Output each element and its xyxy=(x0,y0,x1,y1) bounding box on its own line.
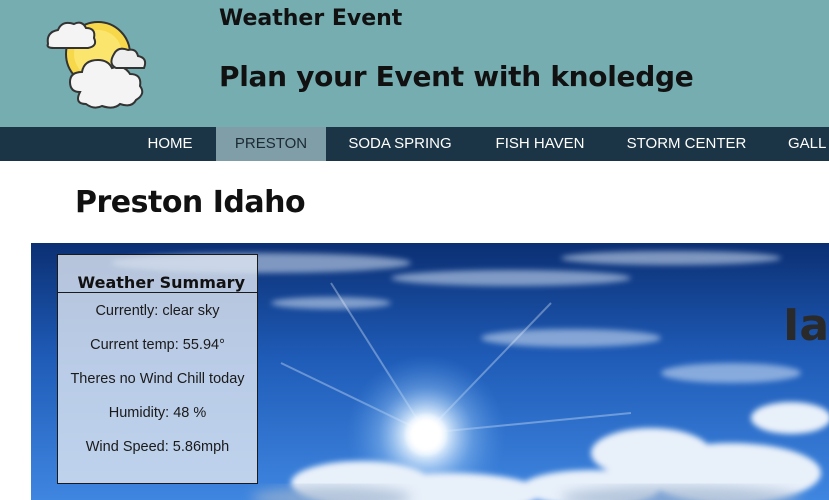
weather-summary-panel: Weather Summary Currently: clear sky Cur… xyxy=(57,254,258,484)
site-tagline: Plan your Event with knoledge xyxy=(219,60,694,93)
nav-preston[interactable]: PRESTON xyxy=(216,127,326,161)
summary-humidity: Humidity: 48 % xyxy=(108,405,207,421)
nav-home[interactable]: HOME xyxy=(124,127,216,161)
summary-current-temp: Current temp: 55.94° xyxy=(90,337,225,353)
summary-wind-chill: Theres no Wind Chill today xyxy=(70,371,245,387)
site-title: Weather Event xyxy=(219,6,403,31)
nav-fish-haven[interactable]: FISH HAVEN xyxy=(474,127,606,161)
summary-currently: Currently: clear sky xyxy=(95,303,220,319)
nav-soda-spring[interactable]: SODA SPRING xyxy=(326,127,474,161)
site-header: Weather Event Plan your Event with knole… xyxy=(0,0,829,127)
summary-wind-speed: Wind Speed: 5.86mph xyxy=(85,439,230,455)
main-nav: HOME PRESTON SODA SPRING FISH HAVEN STOR… xyxy=(0,127,829,161)
page-heading: Preston Idaho xyxy=(75,185,306,220)
nav-gallery[interactable]: GALL xyxy=(767,127,829,161)
hero-overlay-text: Iar xyxy=(783,300,829,351)
weather-summary-title: Weather Summary xyxy=(58,255,257,293)
sun-behind-clouds-icon xyxy=(40,14,152,116)
nav-storm-center[interactable]: STORM CENTER xyxy=(606,127,767,161)
